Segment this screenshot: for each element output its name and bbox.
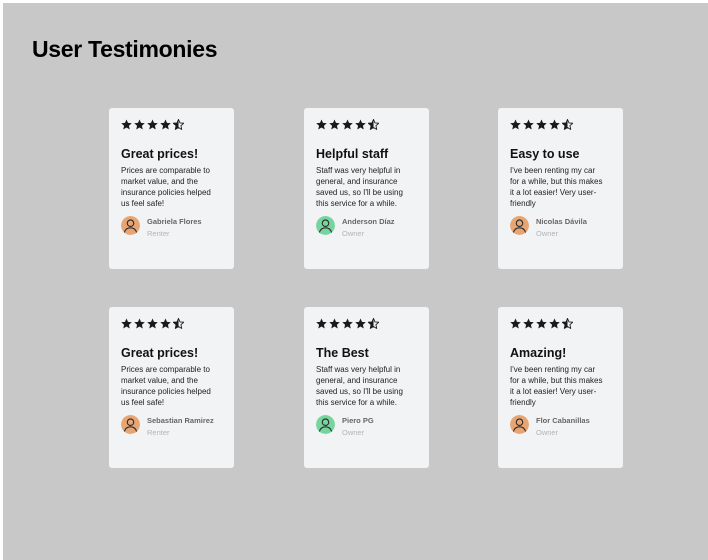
reviewer-name: Flor Cabanillas <box>536 416 590 425</box>
testimonial-card: Great prices! Prices are comparable to ma… <box>109 307 234 468</box>
testimonial-body: I've been renting my car for a while, bu… <box>510 365 603 407</box>
reviewer-details: Piero PG Owner <box>342 416 374 438</box>
star-half-icon <box>562 119 573 130</box>
star-full-icon <box>316 318 327 329</box>
reviewer-details: Flor Cabanillas Owner <box>536 416 590 438</box>
reviewer-details: Anderson Díaz Owner <box>342 217 395 239</box>
star-full-icon <box>510 318 521 329</box>
testimonial-body: I've been renting my car for a while, bu… <box>510 166 603 208</box>
star-full-icon <box>147 119 158 130</box>
testimonial-title: Great prices! <box>121 346 199 360</box>
testimonial-card: The Best Staff was very helpful in genera… <box>304 307 429 468</box>
star-rating <box>316 318 417 332</box>
star-full-icon <box>549 119 560 130</box>
reviewer-info: Anderson Díaz Owner <box>316 216 395 239</box>
star-full-icon <box>510 119 521 130</box>
star-full-icon <box>536 318 547 329</box>
testimonial-body: Prices are comparable to market value, a… <box>121 166 211 208</box>
reviewer-info: Nicolas Dávila Owner <box>510 216 587 239</box>
page-title: User Testimonies <box>32 36 218 62</box>
star-full-icon <box>121 119 132 130</box>
testimonial-title: The Best <box>316 346 369 360</box>
reviewer-info: Sebastian Ramirez Renter <box>121 415 214 438</box>
reviewer-info: Piero PG Owner <box>316 415 374 438</box>
star-half-icon <box>368 318 379 329</box>
user-avatar-icon <box>316 415 335 434</box>
testimonial-card: Great prices! Prices are comparable to ma… <box>109 108 234 269</box>
testimonial-body: Staff was very helpful in general, and i… <box>316 166 403 208</box>
user-avatar-icon <box>316 216 335 235</box>
testimonial-card: Easy to use I've been renting my car for … <box>498 108 623 269</box>
star-full-icon <box>329 119 340 130</box>
testimonial-card: Amazing! I've been renting my car for a w… <box>498 307 623 468</box>
reviewer-details: Nicolas Dávila Owner <box>536 217 587 239</box>
star-full-icon <box>121 318 132 329</box>
star-half-icon <box>173 119 184 130</box>
star-full-icon <box>536 119 547 130</box>
testimonial-title: Amazing! <box>510 346 567 360</box>
reviewer-role: Renter <box>147 229 170 238</box>
reviewer-details: Gabriela Flores Renter <box>147 217 202 239</box>
star-full-icon <box>316 119 327 130</box>
reviewer-name: Anderson Díaz <box>342 217 395 226</box>
star-full-icon <box>549 318 560 329</box>
star-rating <box>510 119 611 133</box>
star-rating <box>121 119 222 133</box>
reviewer-name: Gabriela Flores <box>147 217 202 226</box>
reviewer-name: Piero PG <box>342 416 374 425</box>
testimonial-card: Helpful staff Staff was very helpful in g… <box>304 108 429 269</box>
testimonial-title: Helpful staff <box>316 147 389 161</box>
star-full-icon <box>342 318 353 329</box>
star-full-icon <box>160 119 171 130</box>
star-full-icon <box>355 119 366 130</box>
reviewer-role: Owner <box>536 229 559 238</box>
star-full-icon <box>160 318 171 329</box>
testimonial-body: Prices are comparable to market value, a… <box>121 365 211 407</box>
star-full-icon <box>134 119 145 130</box>
reviewer-name: Sebastian Ramirez <box>147 416 214 425</box>
star-full-icon <box>134 318 145 329</box>
star-half-icon <box>368 119 379 130</box>
testimonials-section: User Testimonies Great prices! Prices are… <box>3 3 708 560</box>
user-avatar-icon <box>121 216 140 235</box>
user-avatar-icon <box>121 415 140 434</box>
reviewer-name: Nicolas Dávila <box>536 217 587 226</box>
reviewer-info: Flor Cabanillas Owner <box>510 415 590 438</box>
star-full-icon <box>342 119 353 130</box>
reviewer-details: Sebastian Ramirez Renter <box>147 416 214 438</box>
reviewer-role: Owner <box>342 428 365 437</box>
star-rating <box>316 119 417 133</box>
star-full-icon <box>355 318 366 329</box>
testimonial-body: Staff was very helpful in general, and i… <box>316 365 403 407</box>
user-avatar-icon <box>510 216 529 235</box>
star-half-icon <box>562 318 573 329</box>
star-rating <box>121 318 222 332</box>
star-full-icon <box>523 318 534 329</box>
testimonial-title: Easy to use <box>510 147 580 161</box>
testimonial-title: Great prices! <box>121 147 199 161</box>
reviewer-role: Owner <box>536 428 559 437</box>
star-full-icon <box>329 318 340 329</box>
star-rating <box>510 318 611 332</box>
reviewer-role: Renter <box>147 428 170 437</box>
reviewer-info: Gabriela Flores Renter <box>121 216 202 239</box>
reviewer-role: Owner <box>342 229 365 238</box>
user-avatar-icon <box>510 415 529 434</box>
star-half-icon <box>173 318 184 329</box>
star-full-icon <box>523 119 534 130</box>
star-full-icon <box>147 318 158 329</box>
